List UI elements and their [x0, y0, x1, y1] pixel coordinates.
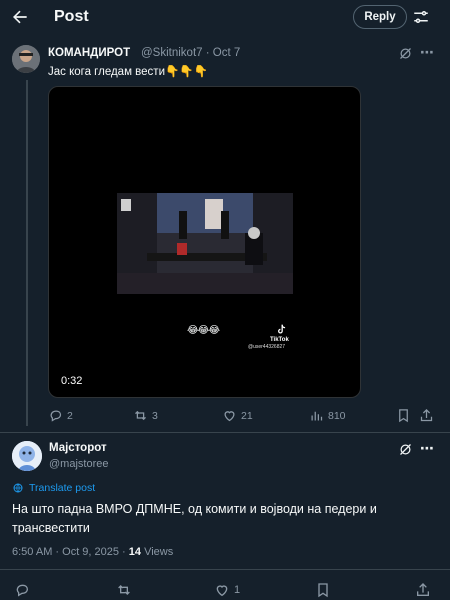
thread-connector-line [26, 80, 28, 426]
author-handle-date[interactable]: @Skitnikot7 · Oct 7 [141, 47, 240, 59]
share-action[interactable] [419, 408, 434, 423]
heart-icon [224, 411, 235, 422]
like-count: 1 [234, 584, 241, 596]
bookmark-icon [399, 409, 408, 423]
grok-icon[interactable] [398, 442, 413, 462]
repost-icon [135, 410, 146, 421]
views-action[interactable]: 810 [309, 408, 346, 423]
repost-icon [118, 585, 130, 595]
like-action[interactable]: 21 [222, 408, 253, 423]
reply-action[interactable]: 2 [48, 408, 73, 423]
translate-icon [13, 483, 23, 493]
bookmark-action[interactable] [315, 582, 331, 598]
author-handle[interactable]: @majstoree [49, 458, 108, 470]
reply-button[interactable]: Reply [353, 5, 407, 29]
back-arrow-icon[interactable] [10, 7, 32, 29]
heart-icon [216, 585, 228, 597]
repost-action[interactable] [116, 582, 132, 598]
more-options-icon[interactable]: ⋯ [420, 440, 434, 457]
repost-action[interactable]: 3 [133, 408, 158, 423]
page-title: Post [54, 8, 89, 25]
like-action[interactable]: 1 [214, 582, 240, 598]
top-bar: Post Reply [0, 0, 450, 36]
author-name[interactable]: КОМАНДИРОТ [48, 47, 130, 59]
reply-count: 2 [67, 409, 73, 422]
reply-icon [50, 410, 62, 422]
post-text: Јас кога гледам вести👇👇👇 [48, 66, 208, 78]
avatar[interactable] [12, 45, 40, 73]
tiktok-watermark: TikTok @user44326827 [246, 323, 289, 351]
share-icon [417, 583, 429, 596]
more-options-icon[interactable]: ⋯ [420, 44, 434, 61]
post-meta: 6:50 AM · Oct 9, 2025 · 14 Views [12, 546, 173, 558]
tiktok-user: @user44326827 [248, 344, 286, 350]
bookmark-action[interactable] [396, 408, 411, 423]
share-icon [420, 408, 433, 422]
views-count: 810 [328, 409, 346, 422]
post-text: На што падна ВМРО ДПМНЕ, од комити и вој… [12, 502, 377, 535]
views-icon [311, 411, 323, 421]
bookmark-icon [318, 583, 328, 598]
share-action[interactable] [415, 582, 431, 598]
reply-icon [16, 584, 29, 597]
avatar[interactable] [12, 441, 42, 471]
video-player[interactable]: 😂😂😂 TikTok @user44326827 0:32 [48, 86, 361, 398]
tiktok-label: TikTok [270, 337, 289, 343]
translate-post-link[interactable]: Translate post [12, 482, 95, 494]
views-number: 14 [128, 546, 142, 558]
divider [0, 569, 450, 570]
divider [0, 432, 450, 433]
timestamp[interactable]: 6:50 AM · Oct 9, 2025 · [12, 546, 129, 558]
author-name[interactable]: Мајсторот [49, 442, 107, 454]
grok-icon[interactable] [398, 46, 413, 66]
views-label: Views [141, 546, 174, 558]
translate-label: Translate post [29, 482, 96, 494]
video-emoji-caption: 😂😂😂 [187, 325, 220, 336]
filter-settings-icon[interactable] [412, 8, 430, 26]
like-count: 21 [241, 409, 253, 422]
repost-count: 3 [152, 409, 158, 422]
video-duration: 0:32 [61, 375, 83, 387]
video-frame [117, 193, 293, 294]
reply-action[interactable] [14, 582, 30, 598]
